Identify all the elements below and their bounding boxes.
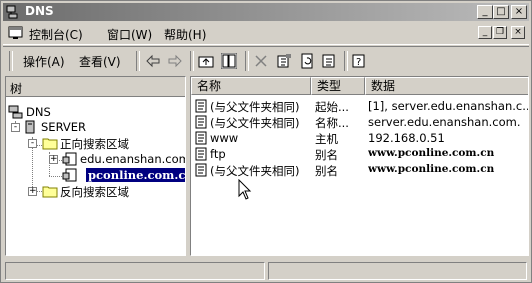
menu-bar: 控制台(C) 窗口(W) 帮助(H) _ ❐ × xyxy=(3,22,529,45)
status-panel-secondary xyxy=(268,262,527,280)
column-header-name[interactable]: 名称 xyxy=(191,77,311,95)
tree-pane[interactable]: 树 DNS - SERVER - 正向搜索区域 + edu.enanshan.c… xyxy=(5,76,186,256)
tree-label-zone-edu: edu.enanshan.com xyxy=(80,152,186,166)
tree-label-zone-pconline: pconline.com.cn xyxy=(86,168,185,182)
toolbar: 操作(A) 查看(V) ? xyxy=(3,46,529,75)
folder-icon xyxy=(42,138,58,150)
menu-help[interactable]: 帮助(H) xyxy=(164,26,206,43)
record-data: [1], server.edu.enanshan.c... xyxy=(368,99,528,113)
back-arrow-icon[interactable] xyxy=(145,53,161,69)
properties-icon[interactable] xyxy=(276,53,292,69)
help-icon[interactable]: ? xyxy=(351,53,367,69)
delete-icon[interactable] xyxy=(253,53,269,69)
tree-header-label: 树 xyxy=(10,82,23,96)
close-button[interactable]: × xyxy=(511,5,527,19)
expand-reverse-zone-toggle[interactable]: + xyxy=(28,187,37,196)
record-row[interactable]: (与父文件夹相同) 起始... [1], server.edu.enanshan… xyxy=(191,98,528,114)
status-bar xyxy=(3,262,529,281)
record-icon xyxy=(195,99,207,113)
record-type: 名称... xyxy=(315,116,349,130)
tree-label-forward-zone: 正向搜索区域 xyxy=(60,137,129,151)
tree-label-server: SERVER xyxy=(41,120,87,134)
tree-pane-header: 树 xyxy=(6,77,185,97)
window-title: DNS xyxy=(25,4,54,18)
record-name: www xyxy=(210,131,239,145)
menu-window[interactable]: 窗口(W) xyxy=(107,26,152,43)
maximize-button[interactable]: □ xyxy=(493,5,509,19)
server-icon xyxy=(25,120,35,134)
child-minimize-button[interactable]: _ xyxy=(478,26,492,39)
svg-text:?: ? xyxy=(356,57,361,68)
console-icon[interactable] xyxy=(8,25,24,41)
record-icon xyxy=(195,147,207,161)
record-icon xyxy=(195,131,207,145)
record-data: www.pconline.com.cn xyxy=(368,163,495,175)
toolbar-separator xyxy=(190,51,194,71)
record-name: (与父文件夹相同) xyxy=(210,164,300,178)
minimize-button[interactable]: _ xyxy=(477,5,493,19)
toolbar-grip xyxy=(9,51,13,71)
zone-icon xyxy=(62,168,77,182)
record-data: 192.168.0.51 xyxy=(368,131,445,145)
tree-label-dns: DNS xyxy=(26,105,51,119)
record-row[interactable]: (与父文件夹相同) 别名 www.pconline.com.cn xyxy=(191,162,528,178)
show-hide-tree-icon[interactable] xyxy=(221,53,237,69)
folder-icon xyxy=(42,186,58,198)
child-restore-button[interactable]: ❐ xyxy=(493,26,507,39)
status-panel-main xyxy=(5,262,265,280)
record-row[interactable]: www 主机 192.168.0.51 xyxy=(191,130,528,146)
tree-line xyxy=(49,176,62,177)
mouse-cursor-icon xyxy=(238,179,252,200)
zone-icon xyxy=(62,152,77,166)
column-header-type[interactable]: 类型 xyxy=(311,77,365,95)
toolbar-separator xyxy=(136,51,140,71)
collapse-forward-zone-toggle[interactable]: - xyxy=(28,139,37,148)
record-data: server.edu.enanshan.com. xyxy=(368,115,521,129)
record-icon xyxy=(195,163,207,177)
record-icon xyxy=(195,115,207,129)
record-type: 别名 xyxy=(315,148,338,162)
record-name: ftp xyxy=(210,147,226,161)
record-type: 起始... xyxy=(315,100,349,114)
collapse-server-toggle[interactable]: - xyxy=(11,123,20,132)
record-name: (与父文件夹相同) xyxy=(210,116,300,130)
record-data: www.pconline.com.cn xyxy=(368,147,495,159)
record-type: 主机 xyxy=(315,132,338,146)
record-row[interactable]: (与父文件夹相同) 名称... server.edu.enanshan.com. xyxy=(191,114,528,130)
up-folder-icon[interactable] xyxy=(198,53,214,69)
record-type: 别名 xyxy=(315,164,338,178)
refresh-icon[interactable] xyxy=(299,53,315,69)
record-row[interactable]: ftp 别名 www.pconline.com.cn xyxy=(191,146,528,162)
record-name: (与父文件夹相同) xyxy=(210,100,300,114)
view-menu-button[interactable]: 查看(V) xyxy=(79,53,121,70)
dns-app-icon xyxy=(6,5,18,19)
menu-console[interactable]: 控制台(C) xyxy=(29,26,83,43)
expand-zone1-toggle[interactable]: + xyxy=(49,155,58,164)
forward-arrow-icon[interactable] xyxy=(167,53,183,69)
dns-window: DNS _ □ × 控制台(C) 窗口(W) 帮助(H) _ ❐ × 操作(A)… xyxy=(0,0,532,283)
title-bar[interactable]: DNS _ □ × xyxy=(3,3,529,21)
export-list-icon[interactable] xyxy=(321,53,337,69)
toolbar-separator xyxy=(344,51,348,71)
tree-label-reverse-zone: 反向搜索区域 xyxy=(60,185,129,199)
action-menu-button[interactable]: 操作(A) xyxy=(23,53,65,70)
toolbar-separator xyxy=(245,51,249,71)
records-list-pane[interactable]: 名称 类型 数据 (与父文件夹相同) 起始... [1], server.edu… xyxy=(190,76,529,256)
column-header-data[interactable]: 数据 xyxy=(365,77,528,95)
child-close-button[interactable]: × xyxy=(511,26,525,39)
dns-icon xyxy=(8,105,23,119)
